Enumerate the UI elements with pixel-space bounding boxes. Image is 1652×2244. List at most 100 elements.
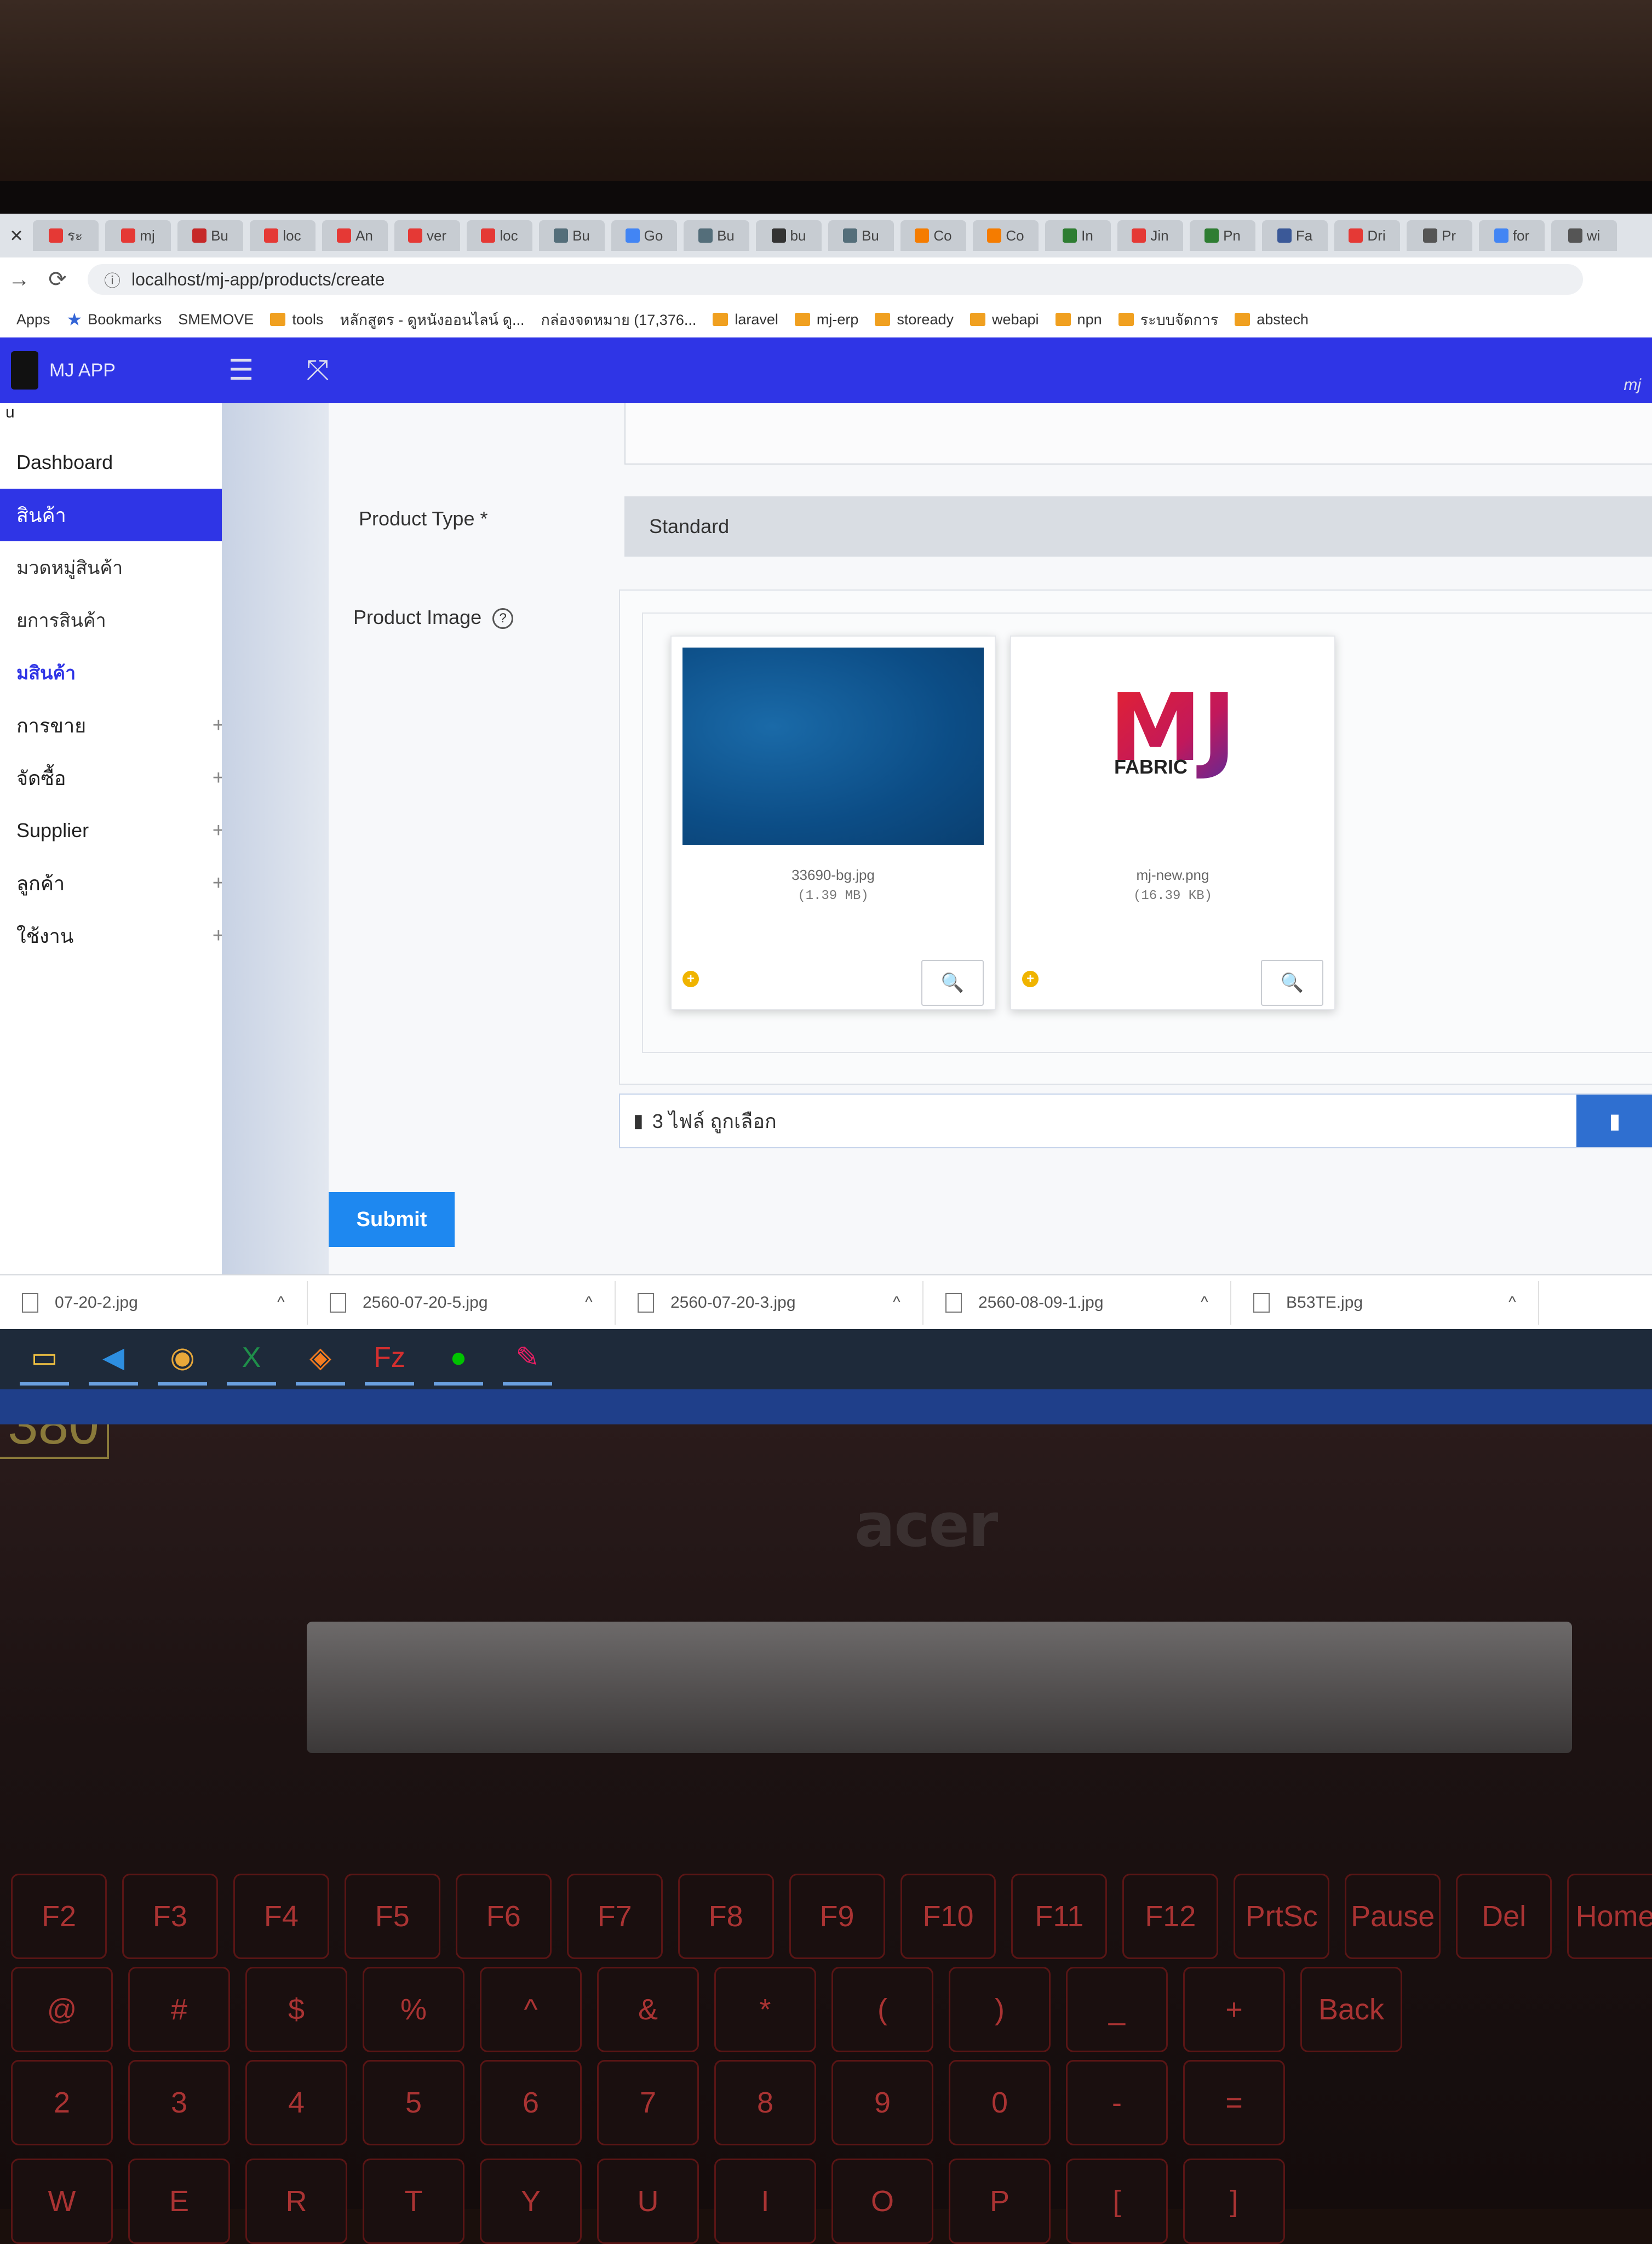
keyboard-key: Y bbox=[480, 2159, 582, 2244]
bookmark-label: Bookmarks bbox=[88, 311, 162, 328]
laptop-screen: × ระ mj Bu loc An ver loc Bu Go Bu bu Bu Co Co In Jin Pn… bbox=[0, 214, 1652, 1424]
browser-tab[interactable]: Pn bbox=[1190, 220, 1255, 251]
sidebar-item[interactable]: สินค้า− bbox=[0, 489, 257, 541]
tab-favicon-icon bbox=[1349, 228, 1363, 243]
bookmark-item[interactable]: หลักสูตร - ดูหนังออนไลน์ ดู... bbox=[340, 308, 524, 331]
folder-icon bbox=[1235, 313, 1251, 326]
download-item[interactable]: 07-20-2.jpg ^ bbox=[0, 1281, 308, 1325]
paint-icon[interactable]: ✎ bbox=[503, 1333, 552, 1386]
vscode-icon[interactable]: ◀ bbox=[89, 1333, 138, 1386]
fullscreen-icon[interactable]: ⤧ bbox=[279, 354, 356, 387]
keyboard-row: W E R T Y U I O P[] bbox=[0, 2159, 1652, 2244]
browser-tab[interactable]: Bu bbox=[828, 220, 894, 251]
keyboard-key: 6 bbox=[480, 2060, 582, 2145]
download-item[interactable]: B53TE.jpg ^ bbox=[1231, 1281, 1539, 1325]
bookmark-item[interactable]: webapi bbox=[970, 311, 1039, 328]
forward-icon[interactable]: → bbox=[0, 267, 38, 292]
sidebar-item[interactable]: มสินค้า bbox=[0, 646, 257, 699]
browser-tab[interactable]: loc bbox=[250, 220, 316, 251]
zoom-icon[interactable]: 🔍 bbox=[1261, 960, 1323, 1006]
bookmark-item[interactable]: ระบบจัดการ bbox=[1118, 308, 1218, 331]
file-caption-input[interactable]: ▮ 3 ไฟล์ ถูกเลือก ▮ bbox=[619, 1094, 1652, 1148]
previous-field-input[interactable] bbox=[624, 403, 1652, 465]
browser-tab[interactable]: In bbox=[1045, 220, 1111, 251]
browser-tab[interactable]: Jin bbox=[1117, 220, 1183, 251]
bookmark-item[interactable]: mj-erp bbox=[794, 311, 858, 328]
download-item[interactable]: 2560-07-20-3.jpg ^ bbox=[616, 1281, 923, 1325]
filezilla-icon[interactable]: Fz bbox=[365, 1333, 414, 1386]
header-user[interactable]: mj bbox=[1624, 376, 1641, 394]
browser-tab[interactable]: ver bbox=[394, 220, 460, 251]
bookmark-label: npn bbox=[1077, 311, 1102, 328]
tab-label: Co bbox=[933, 227, 952, 244]
chevron-up-icon[interactable]: ^ bbox=[1201, 1293, 1208, 1312]
keyboard-key: [ bbox=[1066, 2159, 1168, 2244]
download-item[interactable]: 2560-07-20-5.jpg ^ bbox=[308, 1281, 616, 1325]
hamburger-menu-icon[interactable]: ☰ bbox=[203, 354, 279, 387]
sidebar-item[interactable]: มวดหมู่สินค้า bbox=[0, 541, 257, 594]
chevron-up-icon[interactable]: ^ bbox=[585, 1293, 593, 1312]
address-bar[interactable]: ⓘ localhost/mj-app/products/create bbox=[88, 264, 1583, 295]
keyboard-key: T bbox=[363, 2159, 464, 2244]
browser-tab[interactable]: Bu bbox=[684, 220, 749, 251]
app-name: MJ APP bbox=[49, 359, 116, 381]
sidebar-item[interactable]: ใช้งาน + bbox=[0, 909, 257, 962]
zoom-icon[interactable]: 🔍 bbox=[921, 960, 984, 1006]
sidebar-item[interactable]: การขาย + bbox=[0, 699, 257, 752]
browser-tab[interactable]: Fa bbox=[1262, 220, 1328, 251]
bookmark-item[interactable]: stoready bbox=[875, 311, 954, 328]
browser-tab[interactable]: Pr bbox=[1407, 220, 1472, 251]
bookmark-item[interactable]: SMEMOVE bbox=[178, 311, 254, 328]
file-icon: ▮ bbox=[633, 1110, 644, 1131]
bookmark-item[interactable]: ★ Bookmarks bbox=[67, 309, 162, 330]
file-explorer-icon[interactable]: ▭ bbox=[20, 1333, 69, 1386]
browser-tab[interactable]: loc bbox=[467, 220, 532, 251]
browser-tab[interactable]: Go bbox=[611, 220, 677, 251]
browser-tab[interactable]: Bu bbox=[539, 220, 605, 251]
bookmark-item[interactable]: abstech bbox=[1235, 311, 1309, 328]
logo-fabric-text: FABRIC bbox=[1114, 755, 1188, 778]
chevron-up-icon[interactable]: ^ bbox=[893, 1293, 900, 1312]
browser-tab[interactable]: An bbox=[322, 220, 388, 251]
download-item[interactable]: 2560-08-09-1.jpg ^ bbox=[923, 1281, 1231, 1325]
bookmark-item[interactable]: tools bbox=[270, 311, 323, 328]
browser-tab[interactable]: bu bbox=[756, 220, 822, 251]
download-file-name: 2560-08-09-1.jpg bbox=[978, 1293, 1104, 1312]
sidebar-item[interactable]: ยการสินค้า bbox=[0, 594, 257, 646]
browser-tab[interactable]: mj bbox=[105, 220, 171, 251]
keyboard-key: ^ bbox=[480, 1967, 582, 2052]
product-type-select[interactable]: Standard bbox=[624, 496, 1652, 557]
bookmark-item[interactable]: laravel bbox=[713, 311, 778, 328]
chevron-up-icon[interactable]: ^ bbox=[277, 1293, 285, 1312]
browser-tab[interactable]: Co bbox=[900, 220, 966, 251]
sidebar-item[interactable]: Supplier + bbox=[0, 804, 257, 857]
browser-tab[interactable]: for bbox=[1479, 220, 1545, 251]
browser-tab[interactable]: Dri bbox=[1334, 220, 1400, 251]
sidebar-item[interactable]: ลูกค้า + bbox=[0, 857, 257, 909]
help-icon[interactable]: ? bbox=[492, 608, 514, 629]
app-icon[interactable]: ◈ bbox=[296, 1333, 345, 1386]
close-tab-icon[interactable]: × bbox=[0, 224, 33, 248]
bookmark-item[interactable]: npn bbox=[1055, 311, 1102, 328]
file-name: 33690-bg.jpg bbox=[791, 867, 875, 883]
tab-favicon-icon bbox=[915, 228, 930, 243]
excel-icon[interactable]: X bbox=[227, 1333, 276, 1386]
reload-icon[interactable]: ⟳ bbox=[38, 267, 77, 292]
browser-tab[interactable]: wi bbox=[1551, 220, 1617, 251]
submit-button[interactable]: Submit bbox=[329, 1192, 455, 1247]
browser-tab[interactable]: Co bbox=[973, 220, 1039, 251]
chevron-up-icon[interactable]: ^ bbox=[1508, 1293, 1516, 1312]
keyboard-key: & bbox=[597, 1967, 699, 2052]
line-icon[interactable]: ● bbox=[434, 1333, 483, 1386]
site-info-icon[interactable]: ⓘ bbox=[104, 267, 121, 291]
browse-button[interactable]: ▮ bbox=[1576, 1095, 1652, 1147]
chrome-icon[interactable]: ◉ bbox=[158, 1333, 207, 1386]
bookmark-item[interactable]: กล่องจดหมาย (17,376... bbox=[541, 308, 697, 331]
browser-tab[interactable]: Bu bbox=[177, 220, 243, 251]
browser-tab[interactable]: ระ bbox=[33, 220, 99, 251]
keyboard-key: F3 bbox=[122, 1874, 218, 1959]
sidebar-item[interactable]: Dashboard bbox=[0, 436, 257, 489]
bookmark-item[interactable]: Apps bbox=[16, 311, 50, 328]
sidebar: u Dashboard สินค้า− มวดหมู่สินค้ายการสินค้… bbox=[0, 403, 257, 1274]
sidebar-item[interactable]: จัดซื้อ + bbox=[0, 752, 257, 804]
